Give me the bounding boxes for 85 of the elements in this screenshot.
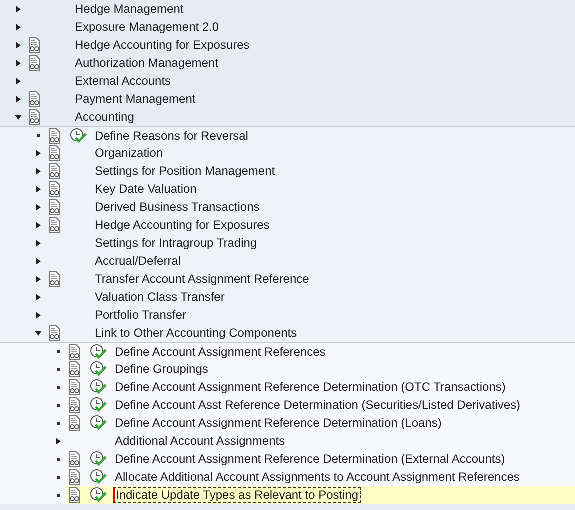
document-icon[interactable]	[68, 451, 81, 467]
node-label[interactable]: Define Account Assignment References	[113, 344, 328, 360]
node-label[interactable]: Accounting	[73, 109, 136, 125]
node-label[interactable]: Define Account Assignment Reference Determination (External Accounts)	[113, 451, 508, 467]
node-label[interactable]: Valuation Class Transfer	[93, 289, 227, 305]
document-icon[interactable]	[48, 128, 61, 144]
node-label[interactable]: Define Groupings	[113, 361, 210, 377]
node-label[interactable]: Hedge Accounting for Exposures	[73, 37, 252, 53]
document-icon[interactable]	[48, 271, 61, 287]
bullet-icon	[56, 422, 60, 424]
document-icon[interactable]	[68, 415, 81, 431]
expand-icon[interactable]	[36, 312, 40, 318]
expand-icon[interactable]	[16, 24, 20, 30]
node-label[interactable]: Define Reasons for Reversal	[93, 128, 250, 144]
node-label[interactable]: Payment Management	[73, 91, 198, 107]
document-icon[interactable]	[28, 55, 41, 71]
document-icon[interactable]	[28, 37, 41, 53]
bullet-icon	[56, 458, 60, 460]
expand-icon[interactable]	[36, 258, 40, 264]
node-label[interactable]: Settings for Intragroup Trading	[93, 235, 260, 251]
document-icon[interactable]	[68, 487, 81, 503]
node-label[interactable]: Additional Account Assignments	[113, 433, 288, 449]
node-label[interactable]: Portfolio Transfer	[93, 307, 188, 323]
collapse-icon[interactable]	[34, 330, 42, 336]
node-label[interactable]: Organization	[93, 145, 166, 161]
node-label[interactable]: Transfer Account Assignment Reference	[93, 271, 312, 287]
bullet-icon	[56, 386, 60, 388]
document-icon[interactable]	[28, 109, 41, 125]
bullet-icon	[36, 134, 40, 137]
collapse-icon[interactable]	[14, 114, 22, 120]
expand-icon[interactable]	[36, 168, 40, 174]
bullet-icon	[56, 494, 60, 496]
document-icon[interactable]	[48, 181, 61, 197]
expand-icon[interactable]	[36, 294, 40, 300]
document-icon[interactable]	[48, 199, 61, 215]
document-icon[interactable]	[68, 379, 81, 395]
node-label[interactable]: Settings for Position Management	[93, 163, 278, 179]
expand-icon[interactable]	[36, 204, 40, 210]
node-label[interactable]: Indicate Update Types as Relevant to Posting	[113, 487, 361, 503]
node-label[interactable]: Accrual/Deferral	[93, 253, 184, 269]
node-label[interactable]: Hedge Management	[73, 1, 186, 17]
bullet-icon	[56, 404, 60, 406]
expand-icon[interactable]	[16, 42, 20, 48]
bullet-icon	[56, 350, 60, 353]
document-icon[interactable]	[48, 163, 61, 179]
clock-check-icon[interactable]	[90, 451, 107, 467]
clock-check-icon[interactable]	[90, 361, 107, 377]
node-label[interactable]: Exposure Management 2.0	[73, 19, 222, 35]
node-label[interactable]: Derived Business Transactions	[93, 199, 262, 215]
expand-icon[interactable]	[56, 438, 60, 444]
document-icon[interactable]	[48, 217, 61, 233]
node-label[interactable]: External Accounts	[73, 73, 174, 89]
clock-check-icon[interactable]	[90, 379, 107, 395]
clock-check-icon[interactable]	[70, 128, 87, 144]
bullet-icon	[56, 476, 60, 478]
expand-icon[interactable]	[36, 276, 40, 282]
node-label[interactable]: Authorization Management	[73, 55, 220, 71]
bullet-icon	[56, 368, 60, 370]
expand-icon[interactable]	[36, 186, 40, 192]
clock-check-icon[interactable]	[90, 344, 107, 360]
expand-icon[interactable]	[16, 78, 20, 84]
document-icon[interactable]	[28, 91, 41, 107]
document-icon[interactable]	[68, 469, 81, 485]
expand-icon[interactable]	[16, 96, 20, 102]
expand-icon[interactable]	[36, 222, 40, 228]
expand-icon[interactable]	[36, 240, 40, 246]
clock-check-icon[interactable]	[90, 469, 107, 485]
document-icon[interactable]	[48, 325, 61, 341]
node-label[interactable]: Key Date Valuation	[93, 181, 199, 197]
node-label[interactable]: Define Account Assignment Reference Determination (Loans)	[113, 415, 444, 431]
expand-icon[interactable]	[36, 150, 40, 156]
node-label[interactable]: Define Account Asst Reference Determination (Securities/Listed Derivatives)	[113, 397, 523, 413]
node-label[interactable]: Allocate Additional Account Assignments to Account Assignment References	[113, 469, 522, 485]
expand-icon[interactable]	[16, 6, 20, 12]
clock-check-icon[interactable]	[90, 415, 107, 431]
document-icon[interactable]	[68, 344, 81, 360]
clock-check-icon[interactable]	[90, 487, 107, 503]
clock-check-icon[interactable]	[90, 397, 107, 413]
document-icon[interactable]	[68, 361, 81, 377]
node-label[interactable]: Define Account Assignment Reference Determination (OTC Transactions)	[113, 379, 508, 395]
node-label[interactable]: Link to Other Accounting Components	[93, 325, 300, 341]
expand-icon[interactable]	[16, 60, 20, 66]
document-icon[interactable]	[48, 145, 61, 161]
document-icon[interactable]	[68, 397, 81, 413]
node-label[interactable]: Hedge Accounting for Exposures	[93, 217, 272, 233]
